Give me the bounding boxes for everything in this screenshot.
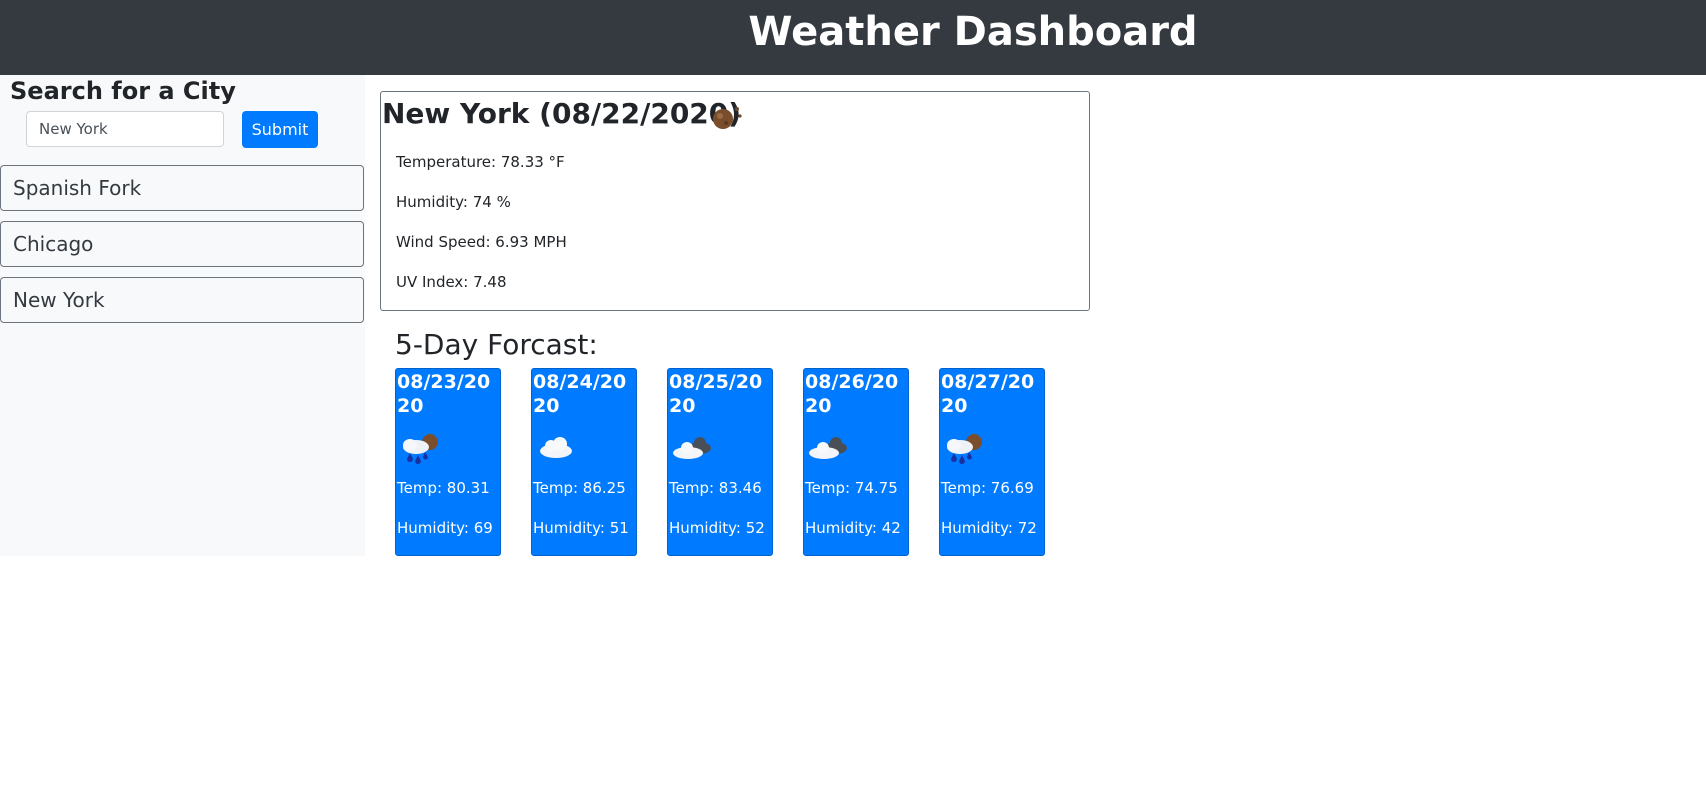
submit-button[interactable]: Submit [242,111,318,148]
current-city-title: New York (08/22/2020) [382,97,742,130]
search-title: Search for a City [10,77,236,105]
forecast-card: 08/27/2020 Temp: 76.69 Humidity: 72 [939,368,1045,556]
forecast-date: 08/25/2020 [669,371,763,417]
forecast-date: 08/26/2020 [805,371,899,417]
clear-night-moon-icon [707,97,747,137]
history-city-chicago[interactable]: Chicago [0,221,364,267]
broken-clouds-icon [806,431,850,467]
rain-night-icon [398,431,442,467]
forecast-card: 08/23/2020 Temp: 80.31 Humidity: 69 [395,368,501,556]
forecast-date: 08/27/2020 [941,371,1035,417]
forecast-card: 08/26/2020 Temp: 74.75 Humidity: 42 [803,368,909,556]
forecast-date: 08/23/2020 [397,371,491,417]
forecast-title: 5-Day Forcast: [395,328,598,361]
current-humidity: Humidity: 74 % [396,193,511,211]
forecast-card: 08/25/2020 Temp: 83.46 Humidity: 52 [667,368,773,556]
broken-clouds-icon [670,431,714,467]
history-city-new-york[interactable]: New York [0,277,364,323]
current-weather-card: New York (08/22/2020) Temperature: 78.33… [380,91,1090,311]
rain-night-icon [942,431,986,467]
forecast-temp: Temp: 74.75 [805,479,898,497]
forecast-temp: Temp: 80.31 [397,479,490,497]
search-sidebar: Search for a City Submit Spanish Fork Ch… [0,75,365,556]
forecast-humidity: Humidity: 72 [941,519,1037,537]
forecast-humidity: Humidity: 42 [805,519,901,537]
forecast-humidity: Humidity: 51 [533,519,629,537]
app-header: Weather Dashboard [0,0,1706,75]
forecast-temp: Temp: 76.69 [941,479,1034,497]
current-temperature: Temperature: 78.33 °F [396,153,565,171]
current-uv-index: UV Index: 7.48 [396,273,507,291]
forecast-temp: Temp: 86.25 [533,479,626,497]
city-search-input[interactable] [26,111,224,147]
forecast-humidity: Humidity: 52 [669,519,765,537]
forecast-date: 08/24/2020 [533,371,627,417]
history-city-spanish-fork[interactable]: Spanish Fork [0,165,364,211]
forecast-temp: Temp: 83.46 [669,479,762,497]
current-wind-speed: Wind Speed: 6.93 MPH [396,233,567,251]
page-title: Weather Dashboard [748,9,1198,55]
cloud-icon [534,431,578,467]
forecast-humidity: Humidity: 69 [397,519,493,537]
forecast-card: 08/24/2020 Temp: 86.25 Humidity: 51 [531,368,637,556]
